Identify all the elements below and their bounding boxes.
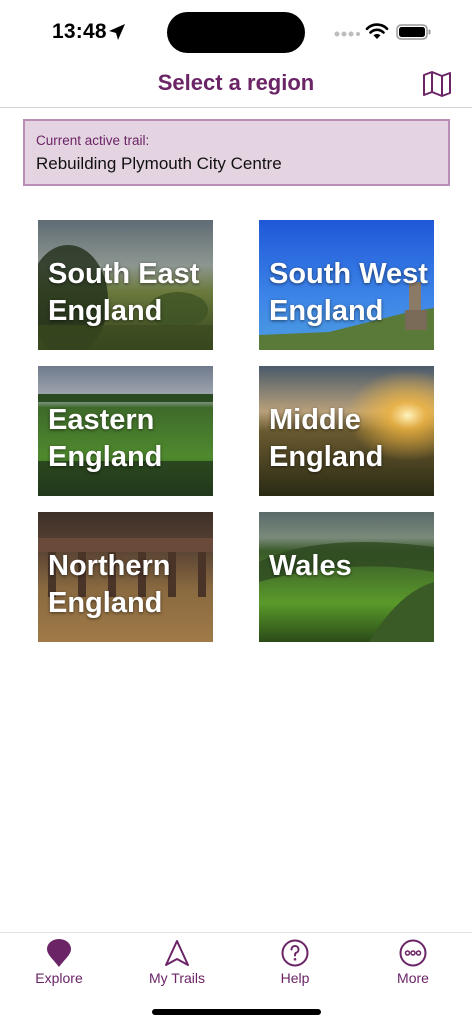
region-tile-south-east[interactable]: South East England	[38, 220, 213, 350]
question-circle-icon	[281, 939, 309, 967]
region-label: Middle England	[269, 404, 384, 473]
region-label: Wales	[269, 550, 352, 582]
tab-label: Explore	[35, 970, 83, 986]
tab-help[interactable]: Help	[236, 933, 354, 993]
navigation-arrow-icon	[165, 940, 189, 966]
tab-my-trails[interactable]: My Trails	[118, 933, 236, 993]
page-title: Select a region	[157, 70, 315, 95]
region-tile-eastern[interactable]: Eastern England	[38, 366, 213, 496]
status-time: 13:48	[52, 20, 107, 43]
region-tile-middle[interactable]: Middle England	[259, 366, 434, 496]
active-trail-name: Rebuilding Plymouth City Centre	[36, 154, 282, 173]
map-pin-icon	[47, 939, 71, 967]
tab-label: More	[397, 970, 429, 986]
location-arrow-icon	[109, 24, 125, 40]
dynamic-island	[167, 12, 305, 53]
battery-icon	[396, 24, 431, 40]
more-dots-icon	[399, 939, 427, 967]
status-bar: 13:48	[0, 0, 472, 62]
region-label: Northern England	[48, 550, 171, 619]
region-tile-south-west[interactable]: South West England	[259, 220, 434, 350]
tab-label: My Trails	[149, 970, 205, 986]
active-trail-label: Current active trail:	[36, 133, 150, 148]
region-label: South West England	[269, 258, 428, 327]
home-indicator	[152, 1009, 321, 1015]
region-tile-wales[interactable]: Wales	[259, 512, 434, 642]
region-label: Eastern England	[48, 404, 163, 473]
region-label: South East England	[48, 258, 200, 327]
nav-bar: Select a region	[0, 62, 472, 108]
cellular-signal-icon	[334, 31, 360, 37]
tab-more[interactable]: More	[354, 933, 472, 993]
map-icon[interactable]	[422, 70, 452, 98]
wifi-icon	[365, 23, 389, 39]
tab-explore[interactable]: Explore	[0, 933, 118, 993]
tab-label: Help	[280, 970, 310, 986]
active-trail-banner[interactable]: Current active trail: Rebuilding Plymout…	[23, 119, 450, 186]
region-tile-northern[interactable]: Northern England	[38, 512, 213, 642]
